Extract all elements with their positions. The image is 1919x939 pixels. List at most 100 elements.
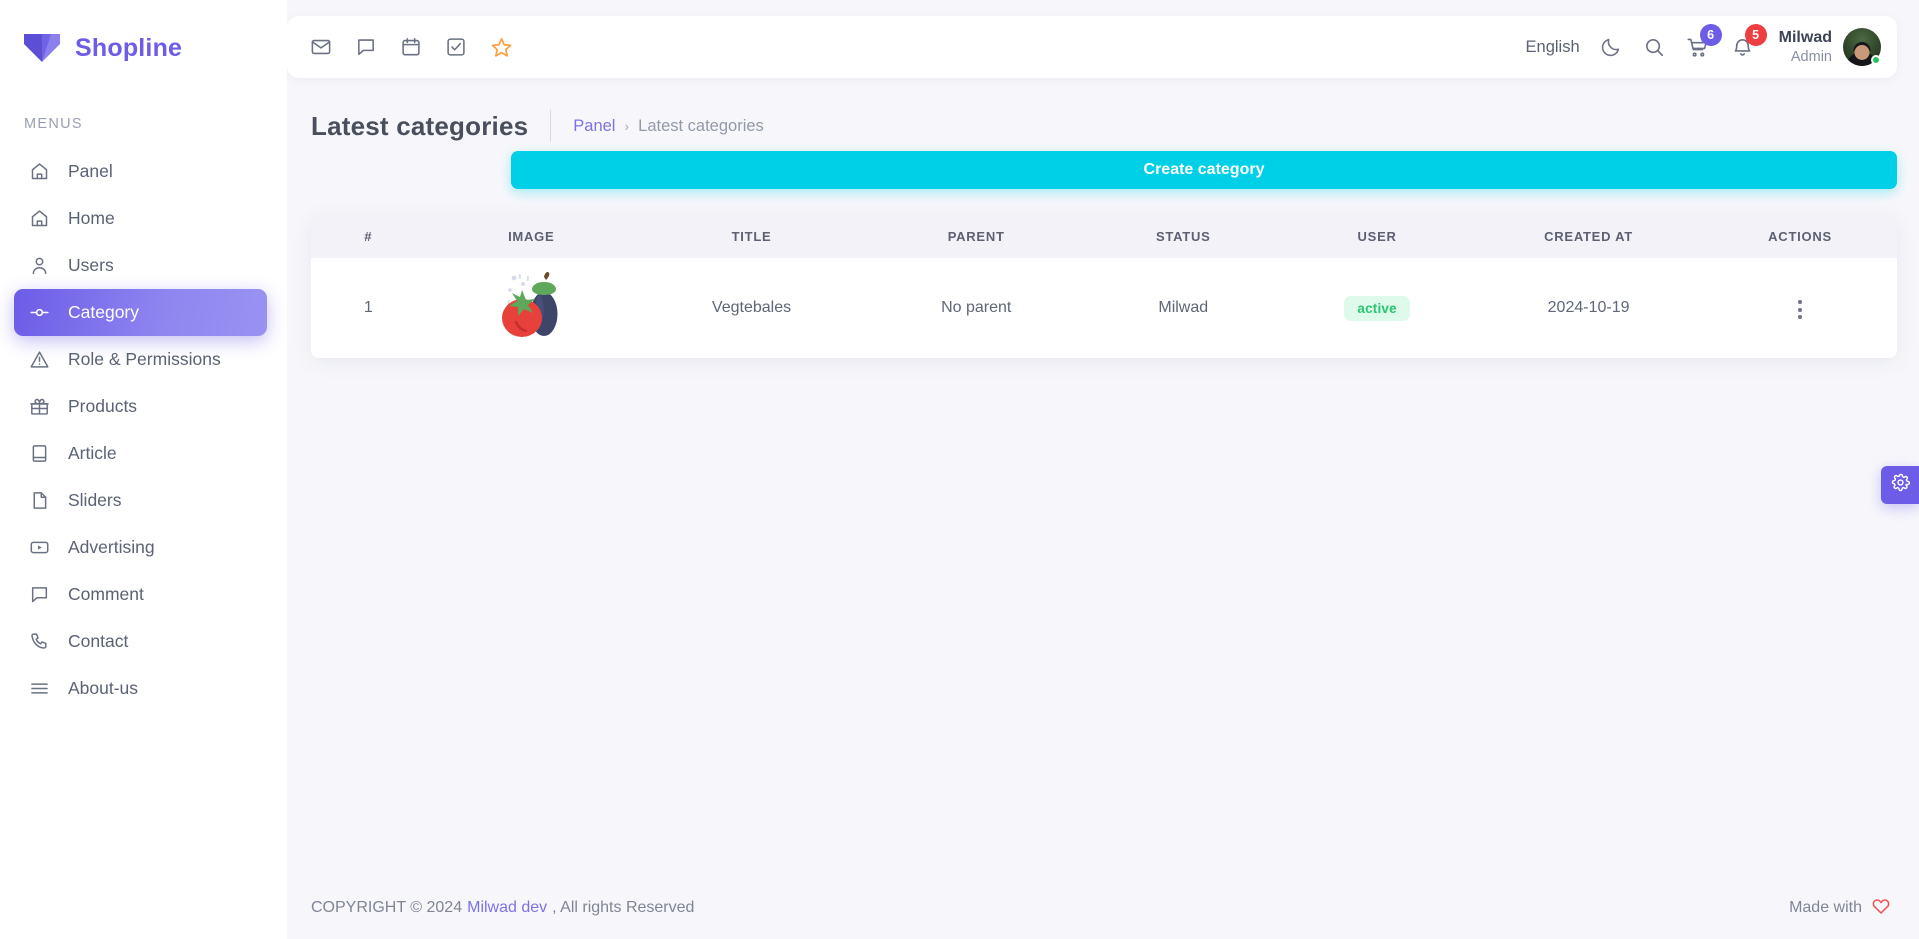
footer-link[interactable]: Milwad dev [467,899,547,917]
gift-icon [28,396,50,418]
sidebar-item-products[interactable]: Products [14,383,267,430]
column-header-user[interactable]: USER [1280,215,1475,258]
warning-icon [28,349,50,371]
made-with-label: Made with [1789,899,1862,916]
breadcrumb-link-panel[interactable]: Panel [573,117,615,136]
sidebar-item-label: Article [68,443,117,463]
sidebar-item-label: Category [68,302,140,322]
sidebar-item-advertising[interactable]: Advertising [14,524,267,571]
user-icon [28,255,50,277]
table-header-row: # IMAGE TITLE PARENT STATUS USER CREATED… [311,215,1897,258]
sidebar-item-label: Users [68,255,114,275]
home-icon [28,208,50,230]
column-header-index[interactable]: # [311,215,426,258]
column-header-status[interactable]: STATUS [1086,215,1281,258]
checklist-icon[interactable] [444,35,468,59]
settings-fab-button[interactable] [1881,466,1919,504]
sidebar-menu-list: Panel Home Users Category Role & Permiss… [0,148,287,712]
column-header-title[interactable]: TITLE [636,215,867,258]
online-status-dot [1871,55,1881,65]
home-icon [28,161,50,183]
chat-icon [28,584,50,606]
sidebar-item-label: Role & Permissions [68,349,221,369]
breadcrumb: Panel › Latest categories [573,117,764,136]
sidebar-item-label: Advertising [68,537,155,557]
footer: COPYRIGHT © 2024 Milwad dev , All rights… [287,877,1897,939]
cell-actions [1703,258,1897,358]
heart-icon [1871,896,1891,921]
cart-button[interactable]: 6 [1685,24,1722,60]
sidebar-item-role-permissions[interactable]: Role & Permissions [14,336,267,383]
sidebar-item-label: Contact [68,631,129,651]
cell-user: active [1280,258,1475,358]
book-icon [28,443,50,465]
cart-badge: 6 [1699,24,1722,46]
video-icon [28,537,50,559]
notifications-button[interactable]: 5 [1730,24,1767,60]
sidebar-item-label: About-us [68,678,139,698]
cell-title: Vegtebales [636,258,867,358]
sidebar-item-contact[interactable]: Contact [14,618,267,665]
node-icon [28,302,50,324]
page-head: Latest categories Panel › Latest categor… [287,78,1897,189]
notifications-badge: 5 [1744,24,1767,46]
avatar[interactable] [1843,28,1881,66]
column-header-actions: ACTIONS [1703,215,1897,258]
status-badge: active [1344,295,1410,321]
main-content: English 6 5 Milwad Admin Latest categori… [287,0,1919,939]
footer-made-with: Made with [1789,896,1891,921]
search-icon[interactable] [1642,35,1666,59]
sidebar-item-comment[interactable]: Comment [14,571,267,618]
table-body: 1 Vegtebales No parent Milwad active 202… [311,258,1897,358]
topbar-right: English 6 5 Milwad Admin [1526,24,1881,66]
chevron-right-icon: › [624,118,630,134]
column-header-created-at[interactable]: CREATED AT [1474,215,1704,258]
shopline-heart-logo-icon [22,31,62,65]
sidebar-item-category[interactable]: Category [14,289,267,336]
moon-icon[interactable] [1599,35,1623,59]
cell-parent: No parent [866,258,1087,358]
column-header-parent[interactable]: PARENT [866,215,1087,258]
menu-lines-icon [28,678,50,700]
page-head-row: Latest categories Panel › Latest categor… [311,110,1897,142]
sidebar-item-label: Comment [68,584,144,604]
categories-table-card: # IMAGE TITLE PARENT STATUS USER CREATED… [311,215,1897,358]
sidebar-item-sliders[interactable]: Sliders [14,477,267,524]
phone-icon [28,631,50,653]
cell-created-at: 2024-10-19 [1474,258,1704,358]
user-role: Admin [1790,48,1832,65]
create-category-button[interactable]: Create category [511,151,1897,189]
column-header-image[interactable]: IMAGE [425,215,637,258]
sidebar-item-panel[interactable]: Panel [14,148,267,195]
calendar-icon[interactable] [399,35,423,59]
mail-icon[interactable] [309,35,333,59]
sidebar-item-about-us[interactable]: About-us [14,665,267,712]
gear-icon [1891,473,1910,497]
footer-copyright: COPYRIGHT © 2024 [311,899,463,916]
more-vertical-icon[interactable] [1792,294,1808,325]
sidebar-section-label: MENUS [24,116,83,132]
star-icon[interactable] [489,35,513,59]
sidebar: Shopline MENUS Panel Home Users Category… [0,0,287,939]
cell-index: 1 [311,258,426,358]
tomato-eggplant-thumbnail-icon [498,270,564,342]
sidebar-item-article[interactable]: Article [14,430,267,477]
cell-image [425,258,637,358]
table-head: # IMAGE TITLE PARENT STATUS USER CREATED… [311,215,1897,258]
sidebar-item-home[interactable]: Home [14,195,267,242]
chat-icon[interactable] [354,35,378,59]
app-root: Shopline MENUS Panel Home Users Category… [0,0,1919,939]
table-row[interactable]: 1 Vegtebales No parent Milwad active 202… [311,258,1897,358]
title-divider [550,110,552,142]
user-menu[interactable]: Milwad Admin [1779,28,1881,66]
cell-status: Milwad [1086,258,1281,358]
sidebar-item-label: Home [68,208,115,228]
sidebar-item-label: Products [68,396,138,416]
sidebar-item-users[interactable]: Users [14,242,267,289]
page-title: Latest categories [311,110,529,141]
file-icon [28,490,50,512]
language-selector[interactable]: English [1526,38,1580,57]
brand[interactable]: Shopline [0,18,287,70]
topbar: English 6 5 Milwad Admin [287,16,1897,78]
breadcrumb-current: Latest categories [638,116,764,135]
